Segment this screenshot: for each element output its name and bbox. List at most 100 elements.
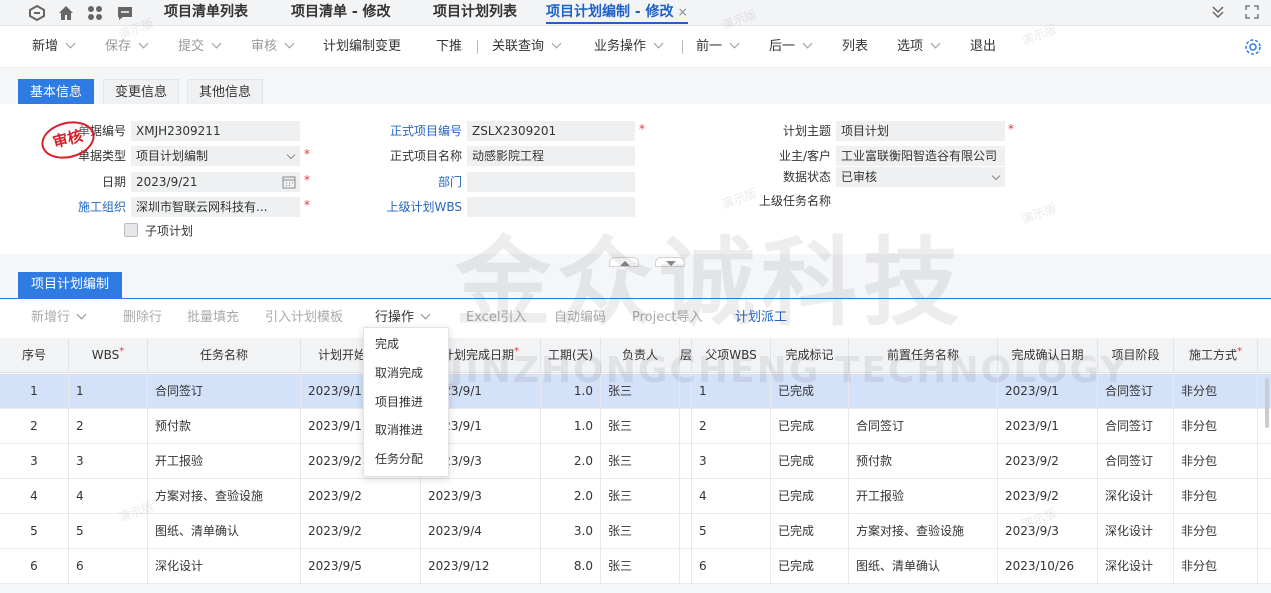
department-field[interactable] xyxy=(467,172,635,192)
cell-confirm-date[interactable]: 2023/9/1 xyxy=(998,409,1098,444)
col-header-phase[interactable]: 项目阶段 xyxy=(1098,338,1174,373)
construction-org-field[interactable]: 深圳市智联云网科技有... xyxy=(131,197,300,217)
cell-parent-wbs[interactable]: 4 xyxy=(692,479,771,514)
cell-plan-start[interactable]: 2023/9/2 xyxy=(301,479,421,514)
cell-task-name[interactable]: 预付款 xyxy=(148,409,301,444)
new-button[interactable]: 新增 xyxy=(32,38,76,56)
cell-level[interactable] xyxy=(680,444,692,479)
cell-duration[interactable]: 2.0 xyxy=(541,479,601,514)
cell-parent-wbs[interactable]: 5 xyxy=(692,514,771,549)
batch-fill-button[interactable]: 批量填充 xyxy=(187,309,239,327)
table-row[interactable]: 2 2 预付款 2023/9/1 2023/9/1 1.0 张三 2 已完成 合同签订 2023/9… xyxy=(0,409,1271,444)
cell-duration[interactable]: 2.0 xyxy=(541,444,601,479)
cell-plan-start[interactable]: 2023/9/5 xyxy=(301,549,421,584)
cell-predecessor[interactable]: 方案对接、查验设施 xyxy=(849,514,998,549)
settings-gear-icon[interactable] xyxy=(1244,38,1262,56)
excel-import-button[interactable]: Excel引入 xyxy=(466,309,526,327)
cell-done-flag[interactable]: 已完成 xyxy=(771,479,849,514)
col-header-wbs[interactable]: WBS* xyxy=(69,338,148,373)
cell-level[interactable] xyxy=(680,374,692,409)
cell-construction-mode[interactable]: 非分包 xyxy=(1174,479,1258,514)
cell-predecessor[interactable]: 开工报验 xyxy=(849,479,998,514)
cell-seq[interactable]: 6 xyxy=(0,549,69,584)
cell-plan-start[interactable]: 2023/9/2 xyxy=(301,514,421,549)
department-label[interactable]: 部门 xyxy=(370,172,462,192)
cell-phase[interactable]: 深化设计 xyxy=(1098,479,1174,514)
col-header-level[interactable]: 层 xyxy=(680,338,692,373)
tab-project-list[interactable]: 项目清单列表 xyxy=(164,2,248,24)
options-button[interactable]: 选项 xyxy=(897,38,941,56)
cell-task-name[interactable]: 开工报验 xyxy=(148,444,301,479)
date-field[interactable]: 2023/9/21 xyxy=(131,172,300,192)
cell-construction-mode[interactable]: 非分包 xyxy=(1174,549,1258,584)
parent-plan-wbs-field[interactable] xyxy=(467,197,635,217)
table-row[interactable]: 3 3 开工报验 2023/9/2 2023/9/3 2.0 张三 3 已完成 预付款 2023/9… xyxy=(0,444,1271,479)
close-icon[interactable]: × xyxy=(678,5,688,19)
tab-other-info[interactable]: 其他信息 xyxy=(187,79,264,104)
cell-task-name[interactable]: 合同签订 xyxy=(148,374,301,409)
cell-predecessor[interactable]: 图纸、清单确认 xyxy=(849,549,998,584)
cell-parent-wbs[interactable]: 3 xyxy=(692,444,771,479)
plan-dispatch-button[interactable]: 计划派工 xyxy=(735,309,787,327)
cell-parent-wbs[interactable]: 2 xyxy=(692,409,771,444)
cell-seq[interactable]: 5 xyxy=(0,514,69,549)
cell-plan-finish[interactable]: 2023/9/12 xyxy=(421,549,541,584)
cell-wbs[interactable]: 6 xyxy=(69,549,148,584)
tab-basic-info[interactable]: 基本信息 xyxy=(18,79,95,104)
cell-phase[interactable]: 合同签订 xyxy=(1098,374,1174,409)
vertical-scrollbar[interactable] xyxy=(1265,378,1269,428)
cell-plan-finish[interactable]: 2023/9/3 xyxy=(421,479,541,514)
cell-level[interactable] xyxy=(680,409,692,444)
exit-button[interactable]: 退出 xyxy=(970,38,996,56)
parent-plan-wbs-label[interactable]: 上级计划WBS xyxy=(370,197,462,217)
cell-construction-mode[interactable]: 非分包 xyxy=(1174,409,1258,444)
cell-predecessor[interactable] xyxy=(849,374,998,409)
next-button[interactable]: 后一 xyxy=(769,38,813,56)
construction-org-label[interactable]: 施工组织 xyxy=(60,197,126,217)
cell-wbs[interactable]: 5 xyxy=(69,514,148,549)
cell-wbs[interactable]: 1 xyxy=(69,374,148,409)
collapse-up-handle[interactable] xyxy=(609,257,639,267)
cell-phase[interactable]: 深化设计 xyxy=(1098,514,1174,549)
cell-owner[interactable]: 张三 xyxy=(601,374,680,409)
delete-row-button[interactable]: 删除行 xyxy=(123,309,162,327)
table-row[interactable]: 6 6 深化设计 2023/9/5 2023/9/12 8.0 张三 6 已完成 图纸、清单确认 2… xyxy=(0,549,1271,584)
cell-done-flag[interactable]: 已完成 xyxy=(771,374,849,409)
tab-project-plan-grid[interactable]: 项目计划编制 xyxy=(18,272,123,298)
calendar-icon[interactable] xyxy=(282,175,296,189)
save-button[interactable]: 保存 xyxy=(105,38,149,56)
cell-seq[interactable]: 1 xyxy=(0,374,69,409)
tab-project-plan-edit[interactable]: 项目计划编制 - 修改 × xyxy=(546,2,688,24)
menu-item-complete[interactable]: 完成 xyxy=(375,334,399,354)
col-header-task-name[interactable]: 任务名称 xyxy=(148,338,301,373)
cell-seq[interactable]: 4 xyxy=(0,479,69,514)
col-header-predecessor[interactable]: 前置任务名称 xyxy=(849,338,998,373)
table-row[interactable]: 4 4 方案对接、查验设施 2023/9/2 2023/9/3 2.0 张三 4 已完成 开工报验… xyxy=(0,479,1271,514)
cell-confirm-date[interactable]: 2023/9/2 xyxy=(998,444,1098,479)
plan-subject-field[interactable]: 项目计划 xyxy=(836,121,1005,141)
apps-grid-icon[interactable] xyxy=(86,4,104,22)
data-status-select[interactable]: 已审核 xyxy=(836,167,1005,187)
cell-owner[interactable]: 张三 xyxy=(601,409,680,444)
tab-project-list-edit[interactable]: 项目清单 - 修改 xyxy=(291,2,391,24)
import-template-button[interactable]: 引入计划模板 xyxy=(265,309,343,327)
col-header-confirm-date[interactable]: 完成确认日期 xyxy=(998,338,1098,373)
menu-item-assign-task[interactable]: 任务分配 xyxy=(375,449,423,469)
chevron-double-down-icon[interactable] xyxy=(1209,4,1227,22)
cell-duration[interactable]: 1.0 xyxy=(541,374,601,409)
cell-predecessor[interactable]: 合同签订 xyxy=(849,409,998,444)
cell-phase[interactable]: 深化设计 xyxy=(1098,549,1174,584)
cell-confirm-date[interactable]: 2023/9/2 xyxy=(998,479,1098,514)
cell-parent-wbs[interactable]: 6 xyxy=(692,549,771,584)
collapse-down-handle[interactable] xyxy=(655,257,685,267)
plan-change-button[interactable]: 计划编制变更 xyxy=(323,38,401,56)
cell-construction-mode[interactable]: 非分包 xyxy=(1174,514,1258,549)
cell-done-flag[interactable]: 已完成 xyxy=(771,514,849,549)
cell-done-flag[interactable]: 已完成 xyxy=(771,444,849,479)
cell-plan-finish[interactable]: 2023/9/4 xyxy=(421,514,541,549)
cell-phase[interactable]: 合同签订 xyxy=(1098,409,1174,444)
project-import-button[interactable]: Project导入 xyxy=(632,309,702,327)
col-header-done-flag[interactable]: 完成标记 xyxy=(771,338,849,373)
doc-no-field[interactable]: XMJH2309211 xyxy=(131,121,300,141)
auto-code-button[interactable]: 自动编码 xyxy=(554,309,606,327)
